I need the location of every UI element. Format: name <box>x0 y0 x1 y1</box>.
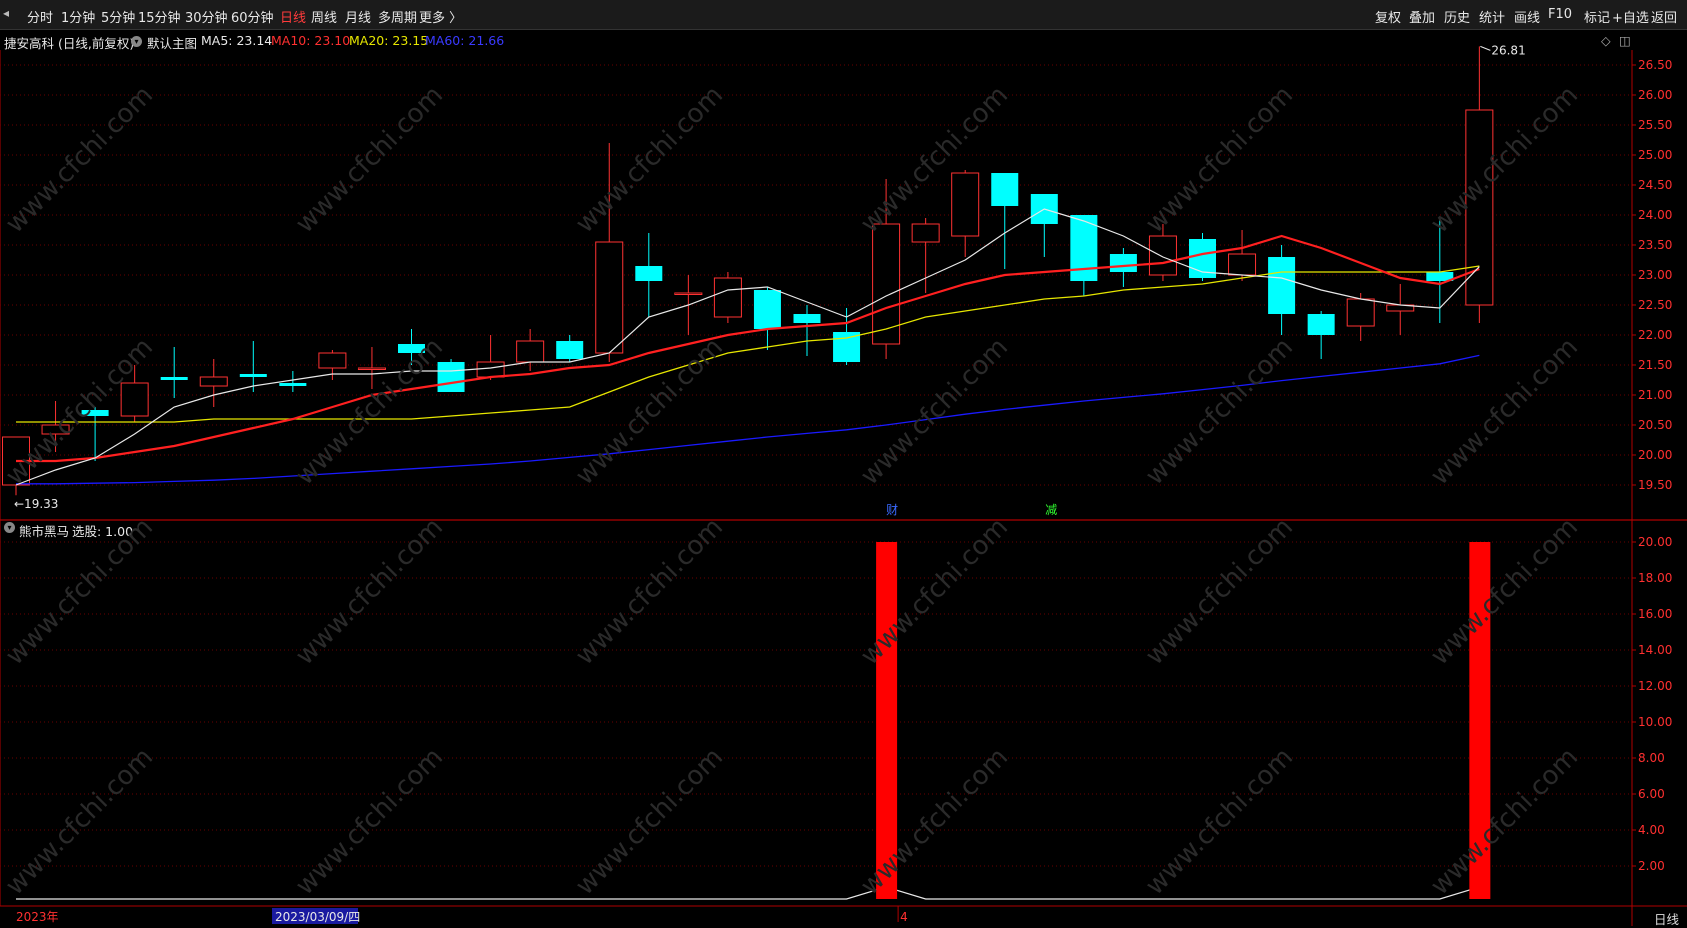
candle-body-down <box>1268 257 1296 314</box>
candle-body-up <box>318 352 347 369</box>
candle-body-up <box>674 292 703 295</box>
candle-body-up <box>476 361 505 378</box>
indicator-tick-label: 10.00 <box>1638 715 1672 729</box>
indicator-tick-label: 4.00 <box>1638 823 1665 837</box>
indicator-tick-label: 20.00 <box>1638 535 1672 549</box>
price-tick-label: 24.00 <box>1638 208 1672 222</box>
candle-body-down <box>81 410 109 416</box>
main-chart-title: 捷安高科 (日线,前复权) ▾ 默认主图 MA5: 23.14 MA10: 23… <box>4 33 1631 52</box>
reduce-marker: 减 <box>1045 503 1057 517</box>
ma20-label: MA20: 23.15 <box>349 33 429 48</box>
candle-body-up <box>1346 298 1375 327</box>
indicator-tick-label: 12.00 <box>1638 679 1672 693</box>
price-tick-label: 20.00 <box>1638 448 1672 462</box>
indicator-tick-label: 2.00 <box>1638 859 1665 873</box>
indicator-tick-label: 16.00 <box>1638 607 1672 621</box>
candle-body-down <box>635 266 663 281</box>
period-label[interactable]: 日线 <box>1654 909 1679 928</box>
candle-body-down <box>1307 314 1335 335</box>
candle-body-up <box>516 340 545 363</box>
candle-body-up <box>1228 253 1257 276</box>
price-tick-label: 23.00 <box>1638 268 1672 282</box>
ma10-label: MA10: 23.10 <box>271 33 351 48</box>
diamond-icon[interactable]: ◇ <box>1601 33 1611 48</box>
price-tick-label: 26.50 <box>1638 58 1672 72</box>
candle-body-up <box>41 424 70 435</box>
indicator-tick-label: 14.00 <box>1638 643 1672 657</box>
price-tick-label: 21.50 <box>1638 358 1672 372</box>
candle-body-down <box>239 374 267 377</box>
price-tick-label: 24.50 <box>1638 178 1672 192</box>
signal-bar <box>876 542 898 899</box>
signal-bar <box>1469 542 1491 899</box>
candle-body-down <box>279 383 307 386</box>
indicator-tick-label: 18.00 <box>1638 571 1672 585</box>
candle-body-up <box>199 376 228 387</box>
indicator-tick-label: 6.00 <box>1638 787 1665 801</box>
window-icon[interactable]: ◫ <box>1619 33 1631 48</box>
price-tick-label: 21.00 <box>1638 388 1672 402</box>
candle-body-up <box>951 172 980 237</box>
candle-body-up <box>120 382 149 417</box>
template-name[interactable]: 默认主图 <box>147 33 197 52</box>
ma60-label: MA60: 21.66 <box>425 33 505 48</box>
price-tick-label: 19.50 <box>1638 478 1672 492</box>
ma20-line <box>16 265 1480 423</box>
candle-body-up <box>357 367 386 370</box>
price-tick-label: 22.00 <box>1638 328 1672 342</box>
chart-canvas: 26.50 26.00 25.50 25.00 24.50 24.00 23.50 23.00… <box>0 43 1687 926</box>
candle-body-down <box>437 362 465 392</box>
candle-body-up <box>911 223 940 243</box>
price-tick-label: 25.50 <box>1638 118 1672 132</box>
indicator-tick-label: 8.00 <box>1638 751 1665 765</box>
price-tick-label: 22.50 <box>1638 298 1672 312</box>
low-price-label: ←19.33 <box>14 497 58 511</box>
price-tick-label: 25.00 <box>1638 148 1672 162</box>
ma5-line <box>15 208 1480 486</box>
candle-body-down <box>753 290 781 329</box>
indicator-line <box>16 886 1480 900</box>
price-tick-label: 20.50 <box>1638 418 1672 432</box>
cursor-date-label: 2023/03/09/四 <box>275 910 360 924</box>
finance-marker: 财 <box>886 503 898 517</box>
indicator-name[interactable]: 熊市黑马 <box>19 521 69 540</box>
candle-body-down <box>991 173 1019 206</box>
ma5-label: MA5: 23.14 <box>201 33 273 48</box>
candle-body-up <box>713 277 742 318</box>
candle-body-down <box>398 344 425 353</box>
candle-body-down <box>1109 254 1137 272</box>
ma10-line <box>16 234 1480 463</box>
price-tick-label: 26.00 <box>1638 88 1672 102</box>
year-label: 2023年 <box>16 910 59 924</box>
candle-body-down <box>793 314 821 323</box>
candle-body-down <box>160 377 188 380</box>
price-tick-label: 23.50 <box>1638 238 1672 252</box>
indicator-value: 选股: 1.00 <box>72 524 134 539</box>
candle-body-up <box>1148 235 1177 276</box>
month-label: 4 <box>900 910 908 924</box>
candle-body-down <box>556 341 584 359</box>
stock-name: 捷安高科 (日线,前复权) <box>4 36 135 51</box>
candle-body-up <box>595 241 624 354</box>
